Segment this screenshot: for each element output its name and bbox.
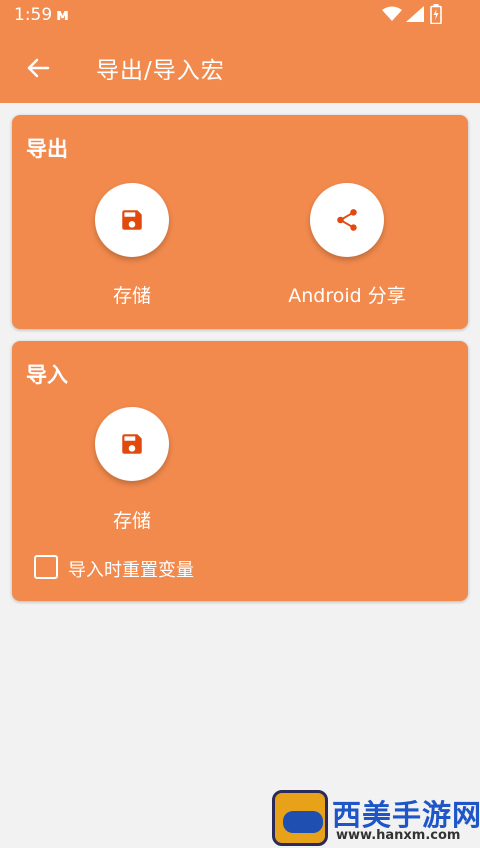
import-card: 导入 存储 导入时重置变量 (12, 341, 468, 601)
wifi-icon (382, 6, 402, 21)
import-title: 导入 (26, 363, 68, 387)
import-save-button[interactable] (95, 407, 169, 481)
watermark-logo: 西美手游网 www.hanxm.com (270, 786, 480, 848)
watermark-badge (272, 790, 328, 846)
share-icon (337, 209, 357, 231)
export-share-label: Android 分享 (288, 285, 406, 307)
export-card: 导出 存储 Android 分享 (12, 115, 468, 329)
reset-variables-checkbox[interactable] (34, 555, 58, 579)
gamepad-icon (283, 811, 323, 833)
export-share-button[interactable] (310, 183, 384, 257)
status-time: 1:59 (14, 5, 53, 25)
watermark-url: www.hanxm.com (336, 828, 461, 843)
export-title: 导出 (26, 137, 68, 161)
floppy-disk-icon (122, 210, 142, 230)
reset-variables-label: 导入时重置变量 (68, 560, 194, 581)
export-save-button[interactable] (95, 183, 169, 257)
battery-icon (430, 4, 442, 24)
app-notification-icon: ᴍ (56, 5, 70, 24)
status-bar: 1:59 ᴍ (0, 0, 480, 30)
floppy-disk-icon (122, 434, 142, 454)
signal-icon (406, 6, 424, 22)
top-bar: 1:59 ᴍ 导出/导入宏 (0, 0, 480, 103)
arrow-left-icon[interactable] (22, 52, 54, 84)
page-title: 导出/导入宏 (96, 58, 225, 84)
export-save-label: 存储 (112, 285, 151, 307)
import-save-label: 存储 (112, 510, 151, 532)
